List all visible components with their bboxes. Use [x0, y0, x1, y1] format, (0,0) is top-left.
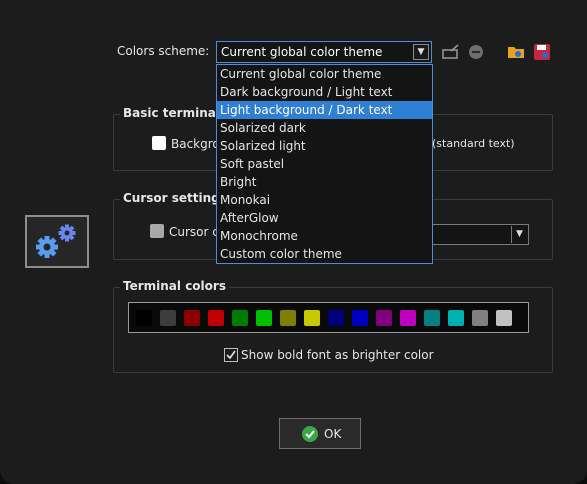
- ok-button[interactable]: OK: [279, 418, 361, 449]
- terminal-color-swatch[interactable]: [400, 310, 416, 326]
- cursor-settings-title: Cursor settings: [120, 191, 230, 205]
- dropdown-option[interactable]: Monokai: [217, 191, 432, 209]
- cursor-color-label: Cursor c: [169, 225, 219, 239]
- settings-gears-icon: [25, 215, 89, 268]
- terminal-color-swatch[interactable]: [496, 310, 512, 326]
- terminal-color-swatch[interactable]: [160, 310, 176, 326]
- chevron-down-icon[interactable]: ▼: [511, 226, 527, 243]
- terminal-color-swatch[interactable]: [136, 310, 152, 326]
- terminal-color-swatch[interactable]: [376, 310, 392, 326]
- terminal-color-swatch[interactable]: [256, 310, 272, 326]
- bold-brighter-checkbox[interactable]: [224, 348, 238, 362]
- terminal-colors-title: Terminal colors: [120, 279, 229, 293]
- dropdown-option[interactable]: Solarized light: [217, 137, 432, 155]
- dropdown-option[interactable]: AfterGlow: [217, 209, 432, 227]
- dropdown-option[interactable]: Monochrome: [217, 227, 432, 245]
- terminal-color-swatch[interactable]: [472, 310, 488, 326]
- ok-label: OK: [324, 427, 342, 441]
- chevron-down-icon[interactable]: ▼: [413, 44, 429, 60]
- dialog: Colors scheme: Current global color them…: [0, 0, 587, 484]
- terminal-color-swatch[interactable]: [208, 310, 224, 326]
- colors-scheme-value: Current global color theme: [221, 45, 383, 59]
- dropdown-option[interactable]: Bright: [217, 173, 432, 191]
- rename-icon[interactable]: [441, 42, 461, 62]
- check-icon: [302, 426, 318, 442]
- dropdown-option[interactable]: Current global color theme: [217, 65, 432, 83]
- dropdown-option[interactable]: Light background / Dark text: [217, 101, 432, 119]
- cursor-shape-select[interactable]: ▼: [432, 224, 529, 245]
- terminal-color-swatch[interactable]: [448, 310, 464, 326]
- background-label: Backgro: [171, 137, 220, 151]
- open-folder-icon[interactable]: [506, 42, 526, 62]
- terminal-color-swatch[interactable]: [304, 310, 320, 326]
- colors-scheme-dropdown-list: Current global color theme Dark backgroun…: [216, 64, 433, 264]
- terminal-color-swatch[interactable]: [280, 310, 296, 326]
- terminal-color-swatch[interactable]: [352, 310, 368, 326]
- bold-brighter-label: Show bold font as brighter color: [241, 348, 434, 362]
- colors-scheme-label: Colors scheme:: [117, 44, 210, 58]
- terminal-color-palette: [128, 302, 529, 333]
- standard-text-label: (standard text): [432, 137, 515, 150]
- dropdown-option[interactable]: Custom color theme: [217, 245, 432, 263]
- terminal-color-swatch[interactable]: [232, 310, 248, 326]
- cursor-color-swatch[interactable]: [150, 224, 164, 238]
- background-color-swatch[interactable]: [152, 136, 166, 150]
- dropdown-option[interactable]: Solarized dark: [217, 119, 432, 137]
- terminal-color-swatch[interactable]: [184, 310, 200, 326]
- dropdown-option[interactable]: Dark background / Light text: [217, 83, 432, 101]
- remove-icon[interactable]: [466, 42, 486, 62]
- terminal-color-swatch[interactable]: [328, 310, 344, 326]
- terminal-color-swatch[interactable]: [424, 310, 440, 326]
- save-icon[interactable]: [532, 42, 552, 62]
- colors-scheme-select[interactable]: Current global color theme ▼: [216, 41, 432, 63]
- dropdown-option[interactable]: Soft pastel: [217, 155, 432, 173]
